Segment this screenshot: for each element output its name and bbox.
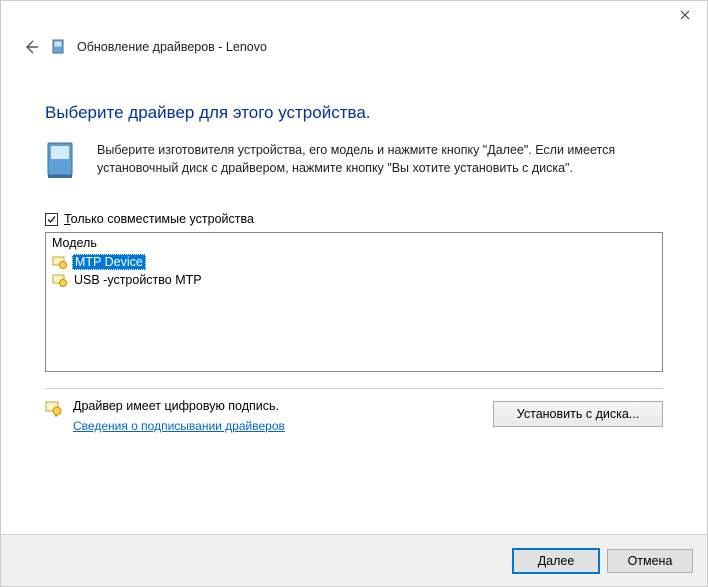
bottom-bar: Далее Отмена [1, 534, 707, 586]
instruction-row: Выберите изготовителя устройства, его мо… [45, 141, 663, 184]
checkbox-box [45, 213, 58, 226]
model-listbox[interactable]: Модель MTP Device USB -устройство MTP [45, 232, 663, 372]
signature-icon [45, 399, 63, 417]
list-item[interactable]: MTP Device [46, 253, 662, 271]
content-area: Выберите драйвер для этого устройства. В… [1, 103, 707, 433]
signature-row: Драйвер имеет цифровую подпись. Сведения… [45, 399, 663, 433]
signature-status: Драйвер имеет цифровую подпись. [73, 399, 285, 413]
device-large-icon [45, 141, 81, 184]
list-header: Модель [46, 233, 662, 253]
close-icon [680, 10, 690, 20]
page-heading: Выберите драйвер для этого устройства. [45, 103, 663, 123]
list-item[interactable]: USB -устройство MTP [46, 271, 662, 289]
checkbox-label: Только совместимые устройства [64, 212, 254, 226]
back-arrow-icon [22, 38, 40, 56]
header: Обновление драйверов - Lenovo [1, 31, 707, 77]
window-title: Обновление драйверов - Lenovo [77, 40, 267, 54]
back-button[interactable] [21, 37, 41, 57]
next-button[interactable]: Далее [513, 549, 599, 573]
close-button[interactable] [662, 1, 707, 29]
signature-info-link[interactable]: Сведения о подписывании драйверов [73, 419, 285, 433]
titlebar [1, 1, 707, 31]
cancel-button[interactable]: Отмена [607, 549, 693, 573]
list-item-label: USB -устройство MTP [72, 273, 204, 287]
divider [45, 388, 663, 389]
checkmark-icon [46, 214, 57, 225]
driver-cert-icon [52, 254, 68, 270]
driver-cert-icon [52, 272, 68, 288]
install-from-disk-button[interactable]: Установить с диска... [493, 401, 663, 427]
device-small-icon [51, 39, 67, 55]
list-item-label: MTP Device [72, 254, 146, 270]
instruction-text: Выберите изготовителя устройства, его мо… [97, 141, 663, 184]
compatible-only-checkbox[interactable]: Только совместимые устройства [45, 212, 663, 226]
